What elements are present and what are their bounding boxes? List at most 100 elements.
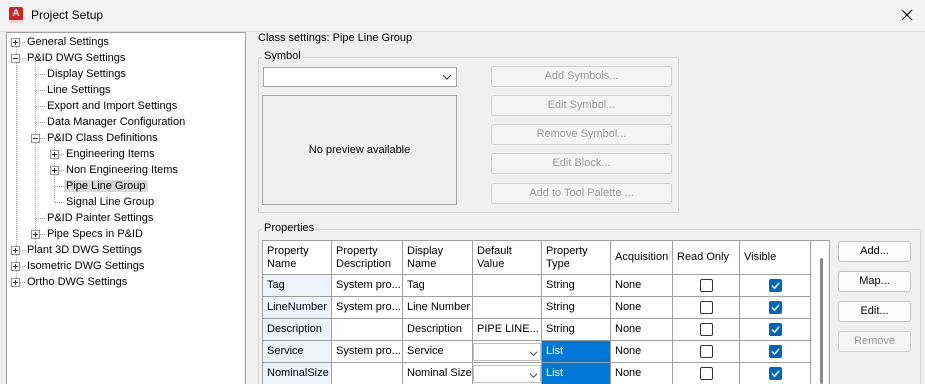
column-header[interactable]: Property Name — [263, 241, 332, 275]
tree-item[interactable]: Ortho DWG Settings — [25, 274, 129, 290]
visible-checkbox[interactable] — [768, 323, 782, 336]
cell-text: Description — [267, 323, 323, 335]
tree-item[interactable]: Pipe Specs in P&ID — [45, 226, 145, 242]
table-cell[interactable]: System pro... — [332, 297, 403, 319]
tree-item[interactable]: Pipe Line Group — [64, 178, 148, 194]
visible-checkbox[interactable] — [768, 345, 782, 358]
table-cell[interactable]: String — [542, 319, 611, 341]
table-cell[interactable] — [740, 341, 811, 363]
table-cell[interactable]: None — [611, 319, 673, 341]
table-cell[interactable] — [673, 297, 740, 319]
close-icon[interactable] — [895, 3, 919, 27]
visible-checkbox[interactable] — [768, 279, 782, 292]
table-cell[interactable] — [473, 341, 542, 363]
read-only-checkbox[interactable] — [699, 279, 713, 292]
add-to-tool-palette-button[interactable]: Add to Tool Palette ... — [491, 183, 672, 204]
read-only-checkbox[interactable] — [699, 301, 713, 314]
tree-item[interactable]: Isometric DWG Settings — [25, 258, 146, 274]
expand-icon[interactable] — [11, 262, 20, 271]
table-cell[interactable]: Description — [403, 319, 473, 341]
settings-tree[interactable]: General Settings P&ID DWG Settings Display… — [6, 32, 246, 384]
tree-item[interactable]: Display Settings — [45, 66, 128, 82]
table-cell[interactable]: Service — [403, 341, 473, 363]
expand-icon[interactable] — [31, 230, 40, 239]
tree-item[interactable]: Export and Import Settings — [45, 98, 179, 114]
grid-scrollbar[interactable] — [820, 258, 823, 384]
add-property-button[interactable]: Add... — [838, 241, 911, 262]
column-header[interactable]: Visible — [740, 241, 811, 275]
map-property-button[interactable]: Map... — [838, 271, 911, 292]
edit-block-button[interactable]: Edit Block... — [491, 153, 672, 174]
remove-symbol-button[interactable]: Remove Symbol... — [491, 124, 672, 145]
column-header[interactable]: Property Type — [542, 241, 611, 275]
read-only-checkbox[interactable] — [699, 323, 713, 336]
tree-item[interactable]: P&ID DWG Settings — [25, 50, 127, 66]
tree-item[interactable]: Data Manager Configuration — [45, 114, 187, 130]
table-cell[interactable]: Service — [263, 341, 332, 363]
collapse-icon[interactable] — [11, 54, 20, 63]
tree-item[interactable]: P&ID Class Definitions — [45, 130, 160, 146]
table-cell[interactable] — [740, 297, 811, 319]
table-cell[interactable] — [673, 319, 740, 341]
table-cell[interactable]: LineNumber — [263, 297, 332, 319]
table-cell[interactable]: String — [542, 297, 611, 319]
table-cell[interactable]: System pro... — [332, 341, 403, 363]
table-cell[interactable]: None — [611, 341, 673, 363]
table-cell[interactable] — [673, 363, 740, 384]
table-cell[interactable] — [740, 275, 811, 297]
visible-checkbox[interactable] — [768, 301, 782, 314]
edit-property-button[interactable]: Edit... — [838, 301, 911, 322]
table-cell[interactable]: NominalSize — [263, 363, 332, 384]
table-cell[interactable]: None — [611, 297, 673, 319]
tree-item[interactable]: General Settings — [25, 34, 111, 50]
tree-item[interactable]: Non Engineering Items — [64, 162, 180, 178]
symbol-dropdown[interactable] — [263, 67, 457, 87]
table-cell[interactable]: System pro... — [332, 275, 403, 297]
table-cell[interactable] — [473, 275, 542, 297]
table-cell[interactable]: None — [611, 275, 673, 297]
column-header[interactable]: Display Name — [403, 241, 473, 275]
table-cell[interactable] — [740, 319, 811, 341]
expand-icon[interactable] — [11, 38, 20, 47]
table-cell[interactable] — [332, 363, 403, 384]
read-only-checkbox[interactable] — [699, 367, 713, 380]
table-cell[interactable]: List — [542, 363, 611, 384]
expand-icon[interactable] — [50, 150, 59, 159]
table-cell[interactable]: String — [542, 275, 611, 297]
tree-item[interactable]: Line Settings — [45, 82, 113, 98]
tree-item[interactable]: Engineering Items — [64, 146, 157, 162]
column-header[interactable]: Default Value — [473, 241, 542, 275]
table-cell[interactable]: None — [611, 363, 673, 384]
edit-symbol-button[interactable]: Edit Symbol... — [491, 95, 672, 116]
table-cell[interactable]: Tag — [403, 275, 473, 297]
visible-checkbox[interactable] — [768, 367, 782, 380]
table-cell[interactable] — [740, 363, 811, 384]
add-symbols-button[interactable]: Add Symbols... — [491, 66, 672, 87]
table-cell[interactable]: Nominal Size — [403, 363, 473, 384]
remove-property-button[interactable]: Remove — [838, 331, 911, 352]
read-only-checkbox[interactable] — [699, 345, 713, 358]
column-header[interactable]: Property Description — [332, 241, 403, 275]
column-header[interactable]: Acquisition — [611, 241, 673, 275]
expand-icon[interactable] — [11, 246, 20, 255]
default-value-dropdown[interactable] — [473, 343, 541, 361]
table-cell[interactable]: PIPE LINE... — [473, 319, 542, 341]
table-cell[interactable] — [673, 341, 740, 363]
table-cell[interactable] — [673, 275, 740, 297]
expand-icon[interactable] — [50, 166, 59, 175]
column-header[interactable]: Read Only — [673, 241, 740, 275]
tree-item[interactable]: Signal Line Group — [64, 194, 156, 210]
collapse-icon[interactable] — [31, 134, 40, 143]
table-cell[interactable] — [473, 363, 542, 384]
table-cell[interactable]: List — [542, 341, 611, 363]
tree-item[interactable]: P&ID Painter Settings — [45, 210, 155, 226]
table-cell[interactable]: Description — [263, 319, 332, 341]
tree-item[interactable]: Plant 3D DWG Settings — [25, 242, 144, 258]
properties-grid[interactable]: Property Name Property Description Display… — [262, 240, 830, 384]
table-cell[interactable]: Line Number — [403, 297, 473, 319]
table-cell[interactable] — [473, 297, 542, 319]
expand-icon[interactable] — [11, 278, 20, 287]
default-value-dropdown[interactable] — [473, 365, 541, 383]
table-cell[interactable] — [332, 319, 403, 341]
table-cell[interactable]: Tag — [263, 275, 332, 297]
